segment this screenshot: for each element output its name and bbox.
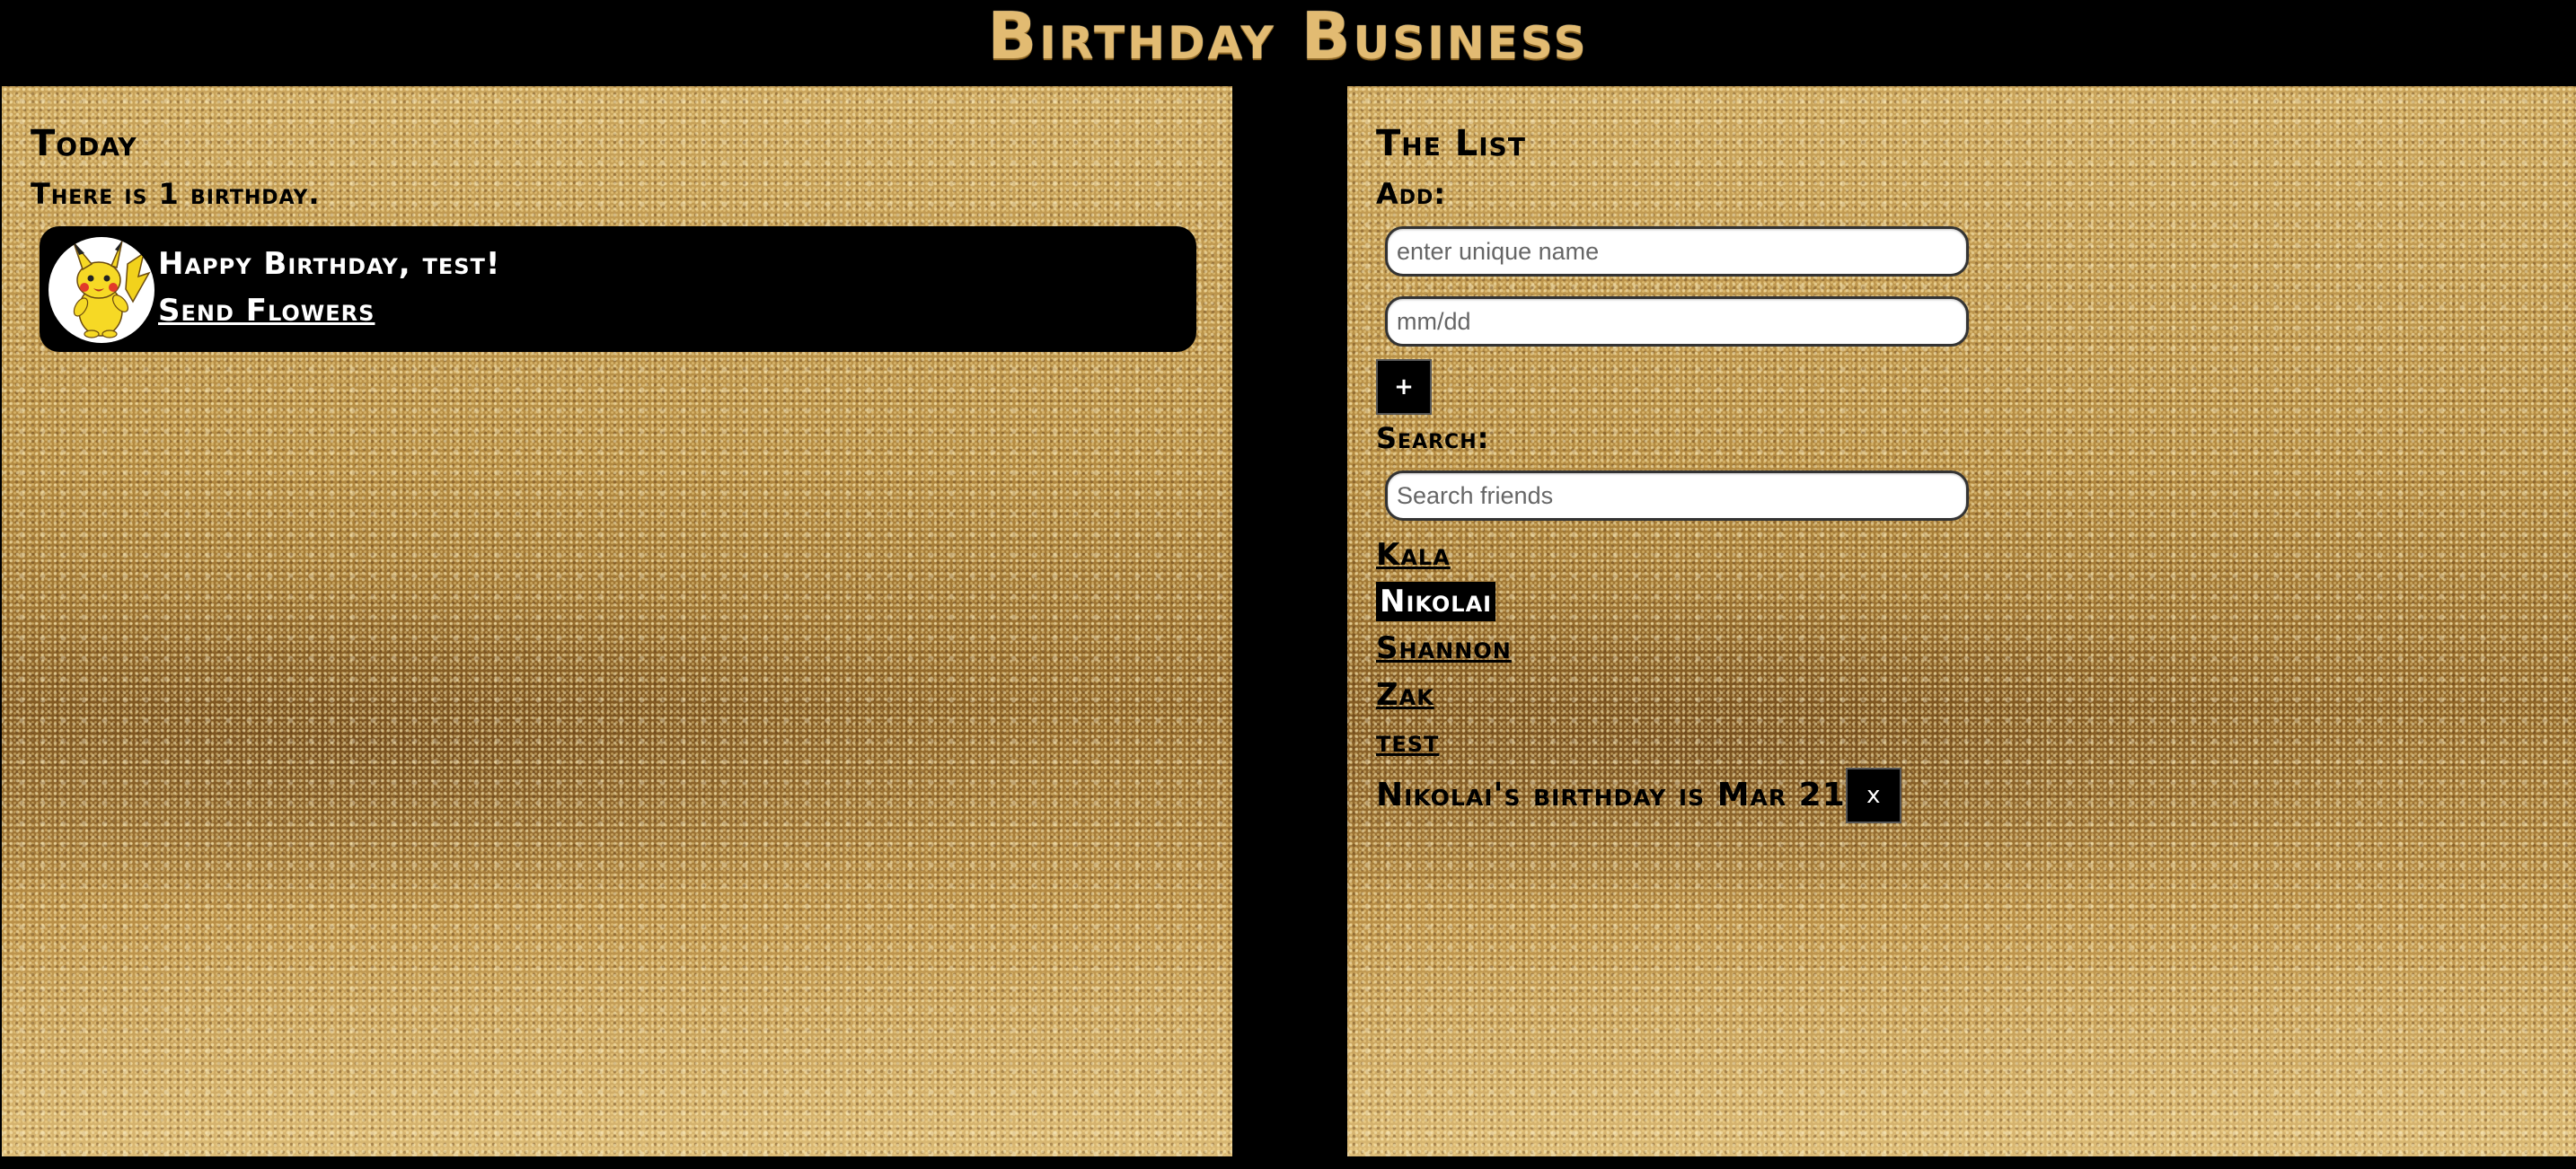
friend-name: Shannon xyxy=(1376,630,1512,666)
list-heading: The List xyxy=(1376,123,1526,164)
friend-item-zak[interactable]: Zak xyxy=(1376,675,1515,722)
today-heading: Today xyxy=(31,123,137,164)
birthday-greeting: Happy Birthday, test! xyxy=(158,246,501,282)
friend-item-test[interactable]: test xyxy=(1376,722,1515,769)
add-label: Add: xyxy=(1376,177,1447,211)
app-root: Birthday Business Today There is 1 birth… xyxy=(0,0,2576,1169)
date-input[interactable] xyxy=(1385,296,1969,347)
search-label: Search: xyxy=(1376,421,1490,455)
friend-detail-text: Nikolai's birthday is Mar 21 xyxy=(1376,777,1846,813)
friend-item-nikolai[interactable]: Nikolai xyxy=(1376,582,1515,628)
app-title: Birthday Business xyxy=(987,0,1589,74)
friend-name: Nikolai xyxy=(1376,582,1496,621)
friend-list: Kala Nikolai Shannon Zak test xyxy=(1376,535,1515,769)
name-input[interactable] xyxy=(1385,226,1969,277)
friend-name: Kala xyxy=(1376,537,1451,573)
birthday-card: Happy Birthday, test! Send Flowers xyxy=(40,226,1196,352)
pikachu-avatar-icon xyxy=(49,237,154,343)
today-panel: Today There is 1 birthday. Happy Birthda… xyxy=(2,86,1232,1156)
delete-friend-button[interactable]: x xyxy=(1845,768,1901,823)
friend-name: Zak xyxy=(1376,677,1434,713)
pikachu-avatar-icon-svg xyxy=(73,240,151,338)
send-flowers-link[interactable]: Send Flowers xyxy=(158,291,375,330)
list-panel: The List Add: + Search: Kala Nikolai Sha… xyxy=(1347,86,2576,1156)
birthday-count-text: There is 1 birthday. xyxy=(31,177,321,211)
friend-item-kala[interactable]: Kala xyxy=(1376,535,1515,582)
add-friend-button[interactable]: + xyxy=(1376,359,1432,415)
friend-detail: Nikolai's birthday is Mar 21 x xyxy=(1376,767,1901,824)
friend-name: test xyxy=(1376,724,1440,760)
friend-item-shannon[interactable]: Shannon xyxy=(1376,628,1515,675)
search-input[interactable] xyxy=(1385,470,1969,521)
